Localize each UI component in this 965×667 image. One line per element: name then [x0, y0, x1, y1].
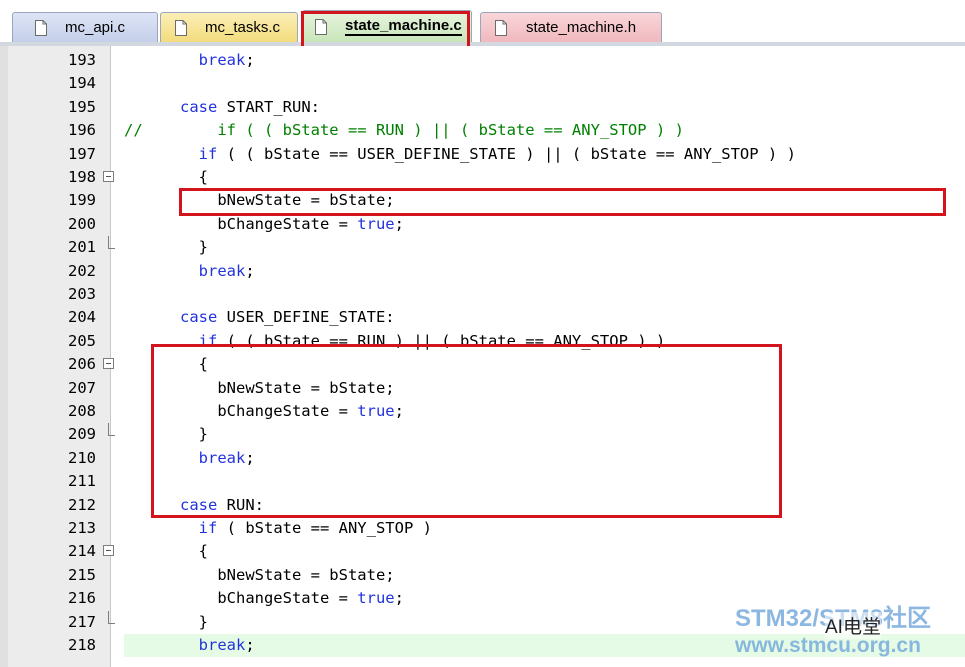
- line-number: 209: [68, 425, 96, 444]
- line-number: 200: [68, 214, 96, 233]
- code-line[interactable]: 200 bChangeState = true;: [0, 213, 965, 236]
- line-number: 214: [68, 542, 96, 561]
- code-text: break;: [198, 51, 255, 69]
- line-number: 215: [68, 565, 96, 584]
- code-text: if ( ( bState == USER_DEFINE_STATE ) || …: [198, 144, 796, 163]
- code-line[interactable]: 214 {: [0, 540, 965, 563]
- line-number: 205: [68, 331, 96, 350]
- line-number: 208: [68, 402, 96, 420]
- new-case-highlight-box: [151, 344, 782, 518]
- code-line[interactable]: 203: [0, 283, 965, 306]
- file-icon: [175, 20, 187, 36]
- code-line[interactable]: 194: [0, 72, 965, 95]
- code-line[interactable]: 202 break;: [0, 260, 965, 283]
- collapse-icon[interactable]: [103, 358, 114, 370]
- code-text: // if ( ( bState == RUN ) || ( bState ==…: [124, 121, 684, 140]
- code-line[interactable]: 213 if ( bState == ANY_STOP ): [0, 517, 965, 540]
- line-number: 203: [68, 285, 96, 303]
- line-number: 194: [68, 74, 96, 93]
- tab-state-machine-h[interactable]: state_machine.h: [480, 12, 662, 42]
- line-number: 193: [68, 51, 96, 69]
- tab-mc-tasks-c[interactable]: mc_tasks.c: [160, 12, 298, 42]
- code-line[interactable]: 198 {: [0, 166, 965, 189]
- line-number: 217: [68, 612, 96, 631]
- line-number: 199: [68, 191, 96, 210]
- code-text: }: [124, 612, 208, 631]
- line-number: 210: [68, 448, 96, 467]
- line-number: 197: [68, 144, 96, 163]
- line-number: 207: [68, 378, 96, 397]
- line-number: 212: [68, 495, 96, 514]
- line-number: 201: [68, 238, 96, 257]
- line-number: 211: [68, 472, 96, 491]
- tab-label: state_machine.h: [526, 19, 637, 36]
- line-number: 218: [68, 636, 96, 654]
- code-text: break;: [198, 261, 255, 280]
- code-text: case USER_DEFINE_STATE:: [180, 308, 395, 327]
- collapse-icon[interactable]: [103, 171, 114, 182]
- modified-if-highlight-box: [179, 188, 946, 216]
- line-number: 195: [68, 97, 96, 116]
- line-number: 204: [68, 308, 96, 327]
- code-line[interactable]: 201 }: [0, 236, 965, 259]
- code-editor[interactable]: 193 break; 194 195 case START_RUN: 196 // if…: [0, 46, 965, 667]
- code-line[interactable]: 204 case USER_DEFINE_STATE:: [0, 306, 965, 329]
- active-tab-highlight-box: [301, 11, 470, 50]
- line-number: 216: [68, 589, 96, 608]
- fold-end-marker: [108, 610, 115, 624]
- code-line[interactable]: 197 if ( ( bState == USER_DEFINE_STATE )…: [0, 143, 965, 166]
- file-icon: [35, 20, 47, 36]
- code-line[interactable]: 193 break;: [0, 49, 965, 72]
- code-text: break;: [198, 636, 255, 654]
- code-line[interactable]: 195 case START_RUN:: [0, 96, 965, 119]
- tab-mc-api-c[interactable]: mc_api.c: [12, 12, 158, 42]
- collapse-icon[interactable]: [103, 545, 114, 557]
- line-number: 202: [68, 261, 96, 280]
- tab-label: mc_tasks.c: [205, 19, 281, 36]
- fold-end-marker: [108, 423, 115, 437]
- code-text: case START_RUN:: [180, 97, 320, 116]
- code-text: bChangeState = true;: [124, 589, 404, 608]
- code-text: {: [124, 168, 208, 186]
- code-text: bNewState = bState;: [124, 565, 395, 584]
- watermark-badge: AI电堂: [825, 612, 881, 639]
- line-number: 213: [68, 519, 96, 537]
- code-line[interactable]: 215 bNewState = bState;: [0, 564, 965, 587]
- code-text: {: [124, 542, 208, 561]
- code-text: bChangeState = true;: [124, 214, 404, 233]
- code-text: if ( bState == ANY_STOP ): [198, 519, 432, 537]
- fold-end-marker: [108, 236, 115, 250]
- code-line[interactable]: 196 // if ( ( bState == RUN ) || ( bState…: [0, 119, 965, 142]
- tab-label: mc_api.c: [65, 19, 126, 36]
- code-text: }: [124, 238, 208, 257]
- line-number: 206: [68, 355, 96, 374]
- file-icon: [495, 20, 507, 36]
- line-number: 198: [68, 168, 96, 186]
- line-number: 196: [68, 121, 96, 140]
- file-tab-bar: mc_api.c mc_tasks.c state_machine.c stat…: [0, 0, 965, 50]
